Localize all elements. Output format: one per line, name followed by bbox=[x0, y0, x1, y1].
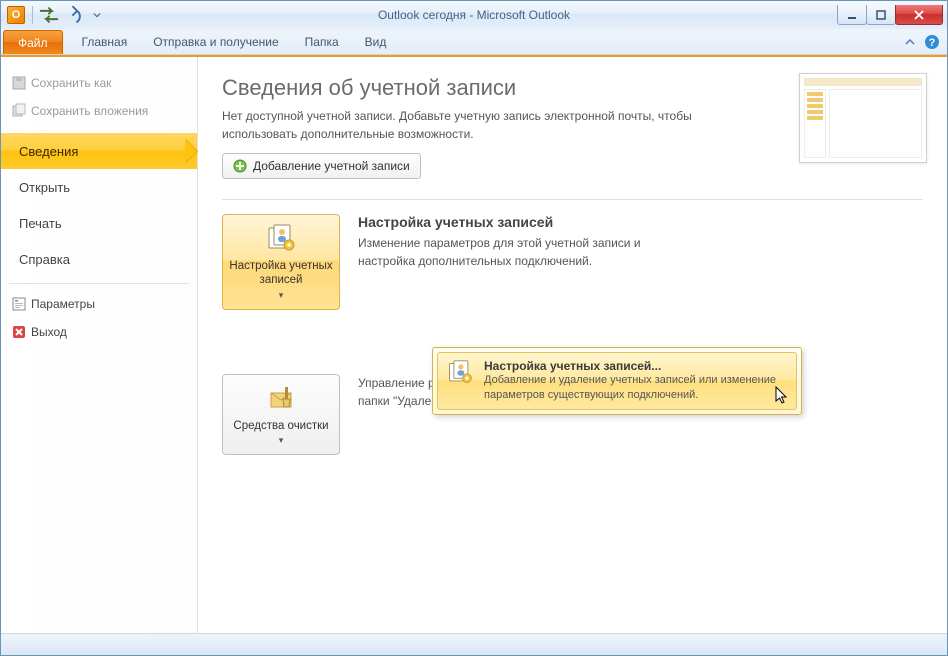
nav-label: Сохранить вложения bbox=[31, 104, 148, 118]
section-description: Изменение параметров для этой учетной за… bbox=[358, 234, 688, 270]
section-title: Настройка учетных записей bbox=[358, 214, 688, 230]
ribbon-minimize-button[interactable] bbox=[901, 33, 919, 51]
ribbon-tab-sendreceive[interactable]: Отправка и получение bbox=[140, 30, 291, 54]
nav-info[interactable]: Сведения bbox=[1, 133, 197, 169]
cleanup-icon bbox=[265, 383, 297, 415]
exit-icon bbox=[11, 324, 27, 340]
ribbon-tab-folder[interactable]: Папка bbox=[292, 30, 352, 54]
maximize-icon bbox=[875, 10, 887, 20]
file-tab[interactable]: Файл bbox=[3, 30, 63, 54]
qat-send-receive-button[interactable] bbox=[38, 4, 60, 26]
app-window: Outlook сегодня - Microsoft Outlook Файл… bbox=[0, 0, 948, 656]
account-settings-dropdown: Настройка учетных записей... Добавление … bbox=[432, 347, 802, 415]
nav-label: Сохранить как bbox=[31, 76, 111, 90]
section-account-settings: Настройка учетных записей ▾ Настройка уч… bbox=[222, 214, 923, 310]
window-controls bbox=[838, 5, 943, 25]
minimize-icon bbox=[846, 10, 858, 20]
dropdown-item-account-settings[interactable]: Настройка учетных записей... Добавление … bbox=[437, 352, 797, 410]
send-receive-icon bbox=[38, 4, 60, 26]
chevron-down-icon: ▾ bbox=[279, 290, 284, 301]
nav-save-as: Сохранить как bbox=[1, 69, 197, 97]
button-label: Добавление учетной записи bbox=[253, 159, 410, 173]
nav-save-attachments: Сохранить вложения bbox=[1, 97, 197, 125]
qat-customize-button[interactable] bbox=[86, 4, 108, 26]
nav-label: Параметры bbox=[31, 297, 95, 311]
button-label: Настройка учетных записей bbox=[229, 259, 333, 288]
chevron-down-icon bbox=[93, 11, 101, 19]
page-description: Нет доступной учетной записи. Добавьте у… bbox=[222, 107, 692, 143]
divider bbox=[222, 199, 923, 200]
options-icon bbox=[11, 296, 27, 312]
cleanup-tools-button[interactable]: Средства очистки ▾ bbox=[222, 374, 340, 455]
app-icon[interactable] bbox=[5, 4, 27, 26]
dropdown-item-title: Настройка учетных записей... bbox=[484, 359, 788, 373]
section-text: Настройка учетных записей Изменение пара… bbox=[358, 214, 688, 310]
statusbar bbox=[1, 633, 947, 655]
nav-label: Справка bbox=[19, 252, 70, 267]
account-settings-icon bbox=[265, 223, 297, 255]
nav-label: Открыть bbox=[19, 180, 70, 195]
ribbon-tab-view[interactable]: Вид bbox=[352, 30, 400, 54]
help-button[interactable]: ? bbox=[923, 33, 941, 51]
outlook-logo-icon bbox=[7, 6, 25, 24]
chevron-up-icon bbox=[904, 36, 916, 48]
nav-label: Выход bbox=[31, 325, 67, 339]
nav-print[interactable]: Печать bbox=[1, 205, 197, 241]
attachments-icon bbox=[11, 103, 27, 119]
ribbon: Файл Главная Отправка и получение Папка … bbox=[1, 29, 947, 55]
nav-options[interactable]: Параметры bbox=[1, 290, 197, 318]
separator bbox=[9, 283, 189, 284]
close-icon bbox=[913, 10, 925, 20]
chevron-down-icon: ▾ bbox=[279, 435, 284, 446]
help-icon: ? bbox=[924, 34, 940, 50]
titlebar: Outlook сегодня - Microsoft Outlook bbox=[1, 1, 947, 29]
undo-icon bbox=[62, 4, 84, 26]
save-as-icon bbox=[11, 75, 27, 91]
nav-exit[interactable]: Выход bbox=[1, 318, 197, 346]
nav-help[interactable]: Справка bbox=[1, 241, 197, 277]
close-button[interactable] bbox=[895, 5, 943, 25]
svg-text:?: ? bbox=[929, 37, 936, 49]
button-label: Средства очистки bbox=[233, 419, 328, 433]
plus-icon bbox=[233, 159, 247, 173]
backstage-nav: Сохранить как Сохранить вложения Сведени… bbox=[1, 57, 198, 633]
maximize-button[interactable] bbox=[866, 5, 896, 25]
qat-undo-button[interactable] bbox=[62, 4, 84, 26]
quick-access-toolbar bbox=[5, 4, 108, 26]
account-settings-button[interactable]: Настройка учетных записей ▾ bbox=[222, 214, 340, 310]
page-preview-thumbnail bbox=[799, 73, 927, 163]
backstage: Сохранить как Сохранить вложения Сведени… bbox=[1, 55, 947, 633]
nav-label: Печать bbox=[19, 216, 62, 231]
add-account-button[interactable]: Добавление учетной записи bbox=[222, 153, 421, 179]
account-settings-icon bbox=[446, 359, 474, 387]
nav-open[interactable]: Открыть bbox=[1, 169, 197, 205]
backstage-page: Сведения об учетной записи Нет доступной… bbox=[198, 57, 947, 633]
separator bbox=[32, 6, 33, 24]
dropdown-item-description: Добавление и удаление учетных записей ил… bbox=[484, 373, 788, 403]
minimize-button[interactable] bbox=[837, 5, 867, 25]
nav-label: Сведения bbox=[19, 144, 78, 159]
window-title: Outlook сегодня - Microsoft Outlook bbox=[1, 8, 947, 22]
ribbon-tab-home[interactable]: Главная bbox=[69, 30, 141, 54]
